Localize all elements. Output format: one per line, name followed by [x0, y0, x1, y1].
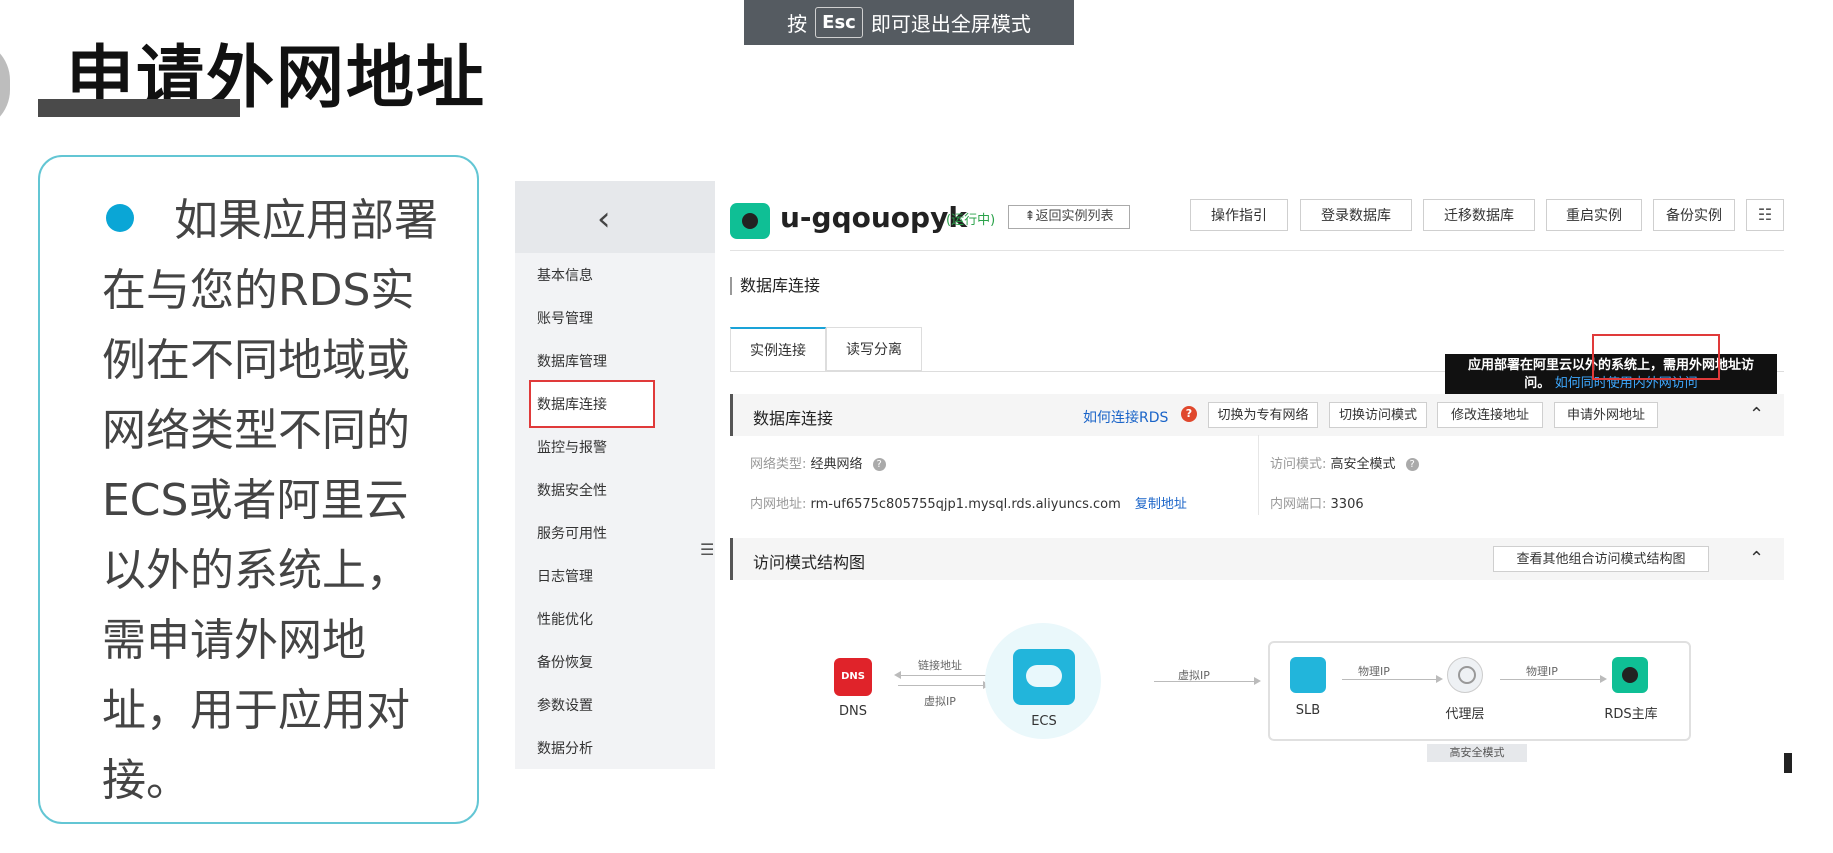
ecs-label: ECS [1031, 714, 1057, 729]
esc-key: Esc [815, 7, 863, 38]
physical-ip-label: 物理IP [1526, 665, 1558, 678]
list-icon[interactable]: ☷ [1746, 199, 1784, 231]
access-mode-label: 访问模式: [1270, 457, 1327, 472]
chevron-left-icon[interactable]: ‹ [597, 199, 611, 239]
modify-address-button[interactable]: 修改连接地址 [1437, 402, 1543, 428]
esc-banner-prefix: 按 [787, 12, 808, 36]
diagram-panel-title: 访问模式结构图 [753, 553, 866, 572]
arrow-head [894, 671, 901, 679]
security-mode-tag: 高安全模式 [1427, 744, 1527, 762]
view-other-diagrams-button[interactable]: 查看其他组合访问模式结构图 [1493, 546, 1709, 572]
intranet-port-field: 内网端口: 3306 [1270, 493, 1364, 512]
backup-instance-button[interactable]: 备份实例 [1653, 199, 1735, 231]
migrate-db-button[interactable]: 迁移数据库 [1423, 199, 1535, 231]
dns-icon: DNS [834, 658, 872, 696]
sidebar-item-backup[interactable]: 备份恢复 [537, 652, 593, 672]
sidebar-item-security[interactable]: 数据安全性 [537, 480, 607, 500]
sidebar-item-analysis[interactable]: 数据分析 [537, 738, 593, 758]
tooltip-line2: 问。 [1524, 376, 1551, 391]
back-to-list-button[interactable]: ⇞返回实例列表 [1008, 205, 1130, 229]
apply-public-address-button[interactable]: 申请外网地址 [1554, 402, 1658, 428]
network-type-value: 经典网络 [810, 457, 863, 472]
sidebar: ‹ 基本信息 账号管理 数据库管理 数据库连接 监控与报警 数据安全性 服务可用… [515, 181, 715, 769]
slb-icon [1290, 657, 1326, 693]
title-underline [38, 99, 240, 117]
diagram-panel-header: 访问模式结构图 查看其他组合访问模式结构图 ⌃ [730, 538, 1784, 580]
rds-master-label: RDS主库 [1604, 707, 1658, 722]
info-icon[interactable]: ? [872, 458, 886, 471]
arrow-head [1254, 677, 1261, 685]
ecs-icon [1013, 649, 1075, 705]
page-edge-marker [1784, 753, 1792, 773]
access-mode-value: 高安全模式 [1330, 457, 1396, 472]
restart-instance-button[interactable]: 重启实例 [1546, 199, 1642, 231]
link-address-label: 链接地址 [918, 659, 962, 672]
sidebar-item-monitor[interactable]: 监控与报警 [537, 437, 607, 457]
dns-label: DNS [839, 704, 867, 719]
collapse-up-icon[interactable]: ⌃ [1749, 548, 1764, 569]
arrow-line [1154, 681, 1254, 682]
status-badge: (运行中) [946, 213, 996, 228]
rds-master-icon [1612, 657, 1648, 693]
intranet-port-value: 3306 [1330, 497, 1364, 512]
switch-vpc-button[interactable]: 切换为专有网络 [1208, 402, 1318, 428]
page-title: 数据库连接 [730, 277, 820, 295]
bullet-text: 如果应用部署在与您的RDS实例在不同地域或网络类型不同的ECS或者阿里云以外的系… [102, 195, 438, 806]
proxy-label: 代理层 [1445, 707, 1485, 722]
arrow-line [898, 675, 988, 676]
how-to-connect-link[interactable]: 如何连接RDS [1083, 407, 1168, 427]
network-type-label: 网络类型: [750, 457, 807, 472]
sidebar-item-availability[interactable]: 服务可用性 [537, 523, 607, 543]
arrow-line [1500, 679, 1600, 680]
arrow-line [1342, 679, 1436, 680]
tab-read-write-split[interactable]: 读写分离 [826, 327, 922, 371]
sidebar-item-account[interactable]: 账号管理 [537, 308, 593, 328]
sidebar-item-performance[interactable]: 性能优化 [537, 609, 593, 629]
intranet-port-label: 内网端口: [1270, 497, 1327, 512]
copy-address-link[interactable]: 复制地址 [1135, 497, 1187, 512]
info-icon[interactable]: ? [1405, 458, 1419, 471]
field-divider [1258, 435, 1259, 515]
sidebar-item-params[interactable]: 参数设置 [537, 695, 593, 715]
sidebar-item-connection[interactable]: 数据库连接 [537, 394, 607, 414]
help-icon[interactable]: ? [1181, 406, 1197, 422]
sidebar-item-database[interactable]: 数据库管理 [537, 351, 607, 371]
proxy-icon [1447, 657, 1483, 693]
sidebar-item-logs[interactable]: 日志管理 [537, 566, 593, 586]
tab-instance-connection[interactable]: 实例连接 [730, 327, 826, 371]
virtual-ip-label: 虚拟IP [924, 695, 956, 708]
slb-label: SLB [1295, 703, 1321, 718]
console-main: u-gqouopyk (运行中) ⇞返回实例列表 操作指引 登录数据库 迁移数据… [730, 181, 1784, 781]
guide-button[interactable]: 操作指引 [1190, 199, 1288, 231]
sidebar-item-basic-info[interactable]: 基本信息 [537, 265, 593, 285]
header-divider [730, 250, 1784, 251]
slide-decoration [0, 40, 10, 130]
apply-button-highlight [1592, 334, 1720, 380]
collapse-up-icon[interactable]: ⌃ [1749, 404, 1764, 425]
arrow-head [1436, 675, 1443, 683]
connection-panel-header: 数据库连接 如何连接RDS ? 切换为专有网络 切换访问模式 修改连接地址 申请… [730, 394, 1784, 436]
intranet-address-value: rm-uf6575c805755qjp1.mysql.rds.aliyuncs.… [810, 497, 1121, 512]
instance-name: u-gqouopyk [780, 201, 967, 234]
connection-panel-title: 数据库连接 [753, 409, 834, 428]
arrow-head [1600, 675, 1607, 683]
intranet-address-label: 内网地址: [750, 497, 807, 512]
network-type-field: 网络类型: 经典网络 ? [750, 453, 886, 472]
login-db-button[interactable]: 登录数据库 [1300, 199, 1412, 231]
fullscreen-exit-banner: 按 Esc 即可退出全屏模式 [744, 0, 1074, 45]
arrow-line [898, 685, 984, 686]
rds-logo-icon [730, 203, 770, 239]
access-mode-field: 访问模式: 高安全模式 ? [1270, 453, 1419, 472]
physical-ip-label: 物理IP [1358, 665, 1390, 678]
esc-banner-suffix: 即可退出全屏模式 [870, 12, 1031, 36]
switch-access-mode-button[interactable]: 切换访问模式 [1329, 402, 1427, 428]
sidebar-collapse-icon[interactable]: ☰ [700, 540, 714, 560]
intranet-address-field: 内网地址: rm-uf6575c805755qjp1.mysql.rds.ali… [750, 493, 1187, 512]
sidebar-header: ‹ [515, 181, 715, 253]
